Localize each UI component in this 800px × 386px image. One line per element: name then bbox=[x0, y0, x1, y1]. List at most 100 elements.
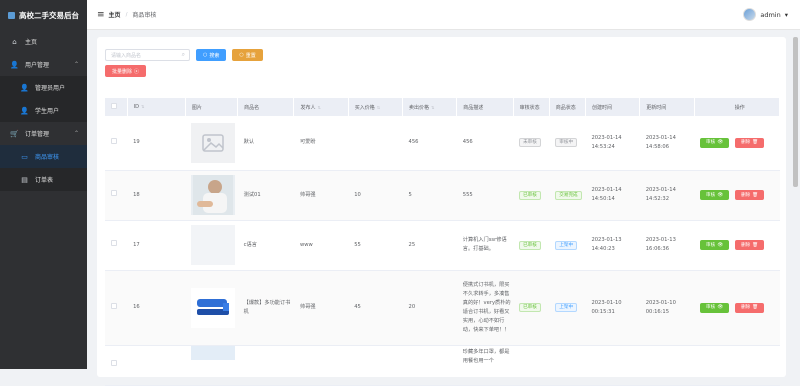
cell-updated: 2023-01-13 16:06:36 bbox=[639, 220, 695, 271]
batch-delete-button[interactable]: 批量删除 ⓧ bbox=[105, 65, 147, 77]
column-header: 卖出价格 ⇅ bbox=[402, 98, 458, 116]
close-circle-icon: ⓧ bbox=[134, 68, 140, 75]
cell-id: 17 bbox=[127, 220, 186, 271]
row-checkbox[interactable] bbox=[111, 137, 117, 144]
cell-sell-price: 20 bbox=[402, 270, 457, 346]
table-row: 18 测试01 帅哥强 10 5 555 已审核 交易完成 2023-01-14… bbox=[105, 170, 780, 221]
column-header: 买入价格 ⇅ bbox=[348, 98, 404, 116]
laptop-icon: ▭ bbox=[21, 152, 28, 161]
sidebar-item-label: 商品审核 bbox=[35, 154, 60, 161]
content-panel: 请输入商品名 ⌕ ○ 搜索 ○ 重置 批量删除 ⓧ ID ⇅ 图片 商品名 发布人 ⇅ 买… bbox=[97, 37, 786, 386]
row-checkbox[interactable] bbox=[111, 360, 117, 366]
avatar bbox=[743, 8, 757, 21]
sort-icon[interactable]: ⇅ bbox=[317, 105, 320, 110]
sidebar-item-home[interactable]: ⌂ 主页 bbox=[0, 30, 87, 53]
reset-button[interactable]: ○ 重置 bbox=[232, 49, 263, 61]
search-icon: ⌕ bbox=[181, 51, 185, 58]
top-header: ≡ 主页 / 商品审核 admin ▾ bbox=[87, 0, 800, 30]
audit-button[interactable]: 审核 👁 bbox=[700, 240, 730, 250]
cell-desc: 便携式订书机，限买不久求转手，多凑售真的好！very质朴的适合订书机，好看又实用… bbox=[456, 270, 514, 346]
status-badge: 未审核 bbox=[519, 138, 541, 148]
delete-button[interactable]: 删除 🗑 bbox=[735, 302, 765, 313]
logo-icon bbox=[8, 11, 15, 19]
status-badge: 上架中 bbox=[555, 303, 578, 312]
table-row: 珍藏多年口罩，都是用餐也用一个 bbox=[105, 345, 780, 386]
cell-buy-price: 55 bbox=[348, 220, 403, 271]
eye-icon: 👁 bbox=[717, 192, 724, 198]
breadcrumb-current: 商品审核 bbox=[132, 12, 157, 19]
audit-button[interactable]: 审核 👁 bbox=[700, 302, 730, 313]
username: admin bbox=[760, 10, 781, 19]
select-all-cell[interactable] bbox=[105, 98, 128, 116]
column-header[interactable]: ID ⇅ bbox=[127, 98, 186, 116]
sidebar-item-goods-review[interactable]: ▭ 商品审核 bbox=[0, 145, 87, 168]
row-checkbox[interactable] bbox=[111, 302, 117, 309]
cell-id: 16 bbox=[127, 270, 186, 346]
sort-icon[interactable]: ⇅ bbox=[141, 104, 144, 109]
cell-created: 2023-01-10 00:15:31 bbox=[585, 270, 640, 346]
sidebar-item-label: 学生用户 bbox=[35, 108, 60, 115]
cell-desc: 珍藏多年口罩，都是用餐也用一个 bbox=[456, 345, 514, 386]
cell-created: 2023-01-13 14:40:23 bbox=[585, 220, 640, 271]
status-badge: 已审核 bbox=[519, 240, 541, 250]
sidebar-item-label: 订单表 bbox=[35, 177, 54, 184]
sort-icon[interactable]: ⇅ bbox=[377, 105, 380, 110]
cell-publisher: www bbox=[293, 220, 349, 271]
cart-icon: 🛒 bbox=[10, 129, 19, 138]
search-button[interactable]: ○ 搜索 bbox=[196, 49, 227, 61]
table-row: 19 默认 可爱盼 456 456 未审核 审核中 2023-01-14 14:… bbox=[105, 116, 780, 171]
sidebar-item-admin-users[interactable]: 👤 管理员用户 bbox=[0, 76, 87, 99]
delete-button[interactable]: 删除 🗑 bbox=[735, 240, 765, 250]
app-title: 高校二手交易后台 bbox=[19, 10, 79, 20]
user-icon: 👤 bbox=[10, 60, 19, 69]
sidebar-item-label: 管理员用户 bbox=[35, 85, 66, 92]
cell-id: 19 bbox=[127, 116, 186, 171]
status-badge: 上架中 bbox=[555, 240, 578, 250]
cell-updated: 2023-01-14 14:58:06 bbox=[639, 116, 695, 171]
cell-sell-price: 25 bbox=[402, 220, 457, 271]
cell-id: 18 bbox=[127, 170, 186, 221]
sidebar-item-user-management[interactable]: 👤 用户管理 ⌃ bbox=[0, 53, 87, 76]
sidebar-item-label: 订单管理 bbox=[25, 131, 50, 138]
delete-button[interactable]: 删除 🗑 bbox=[735, 137, 765, 148]
cell-desc: 计算机入门ssr修语言。打基础。 bbox=[456, 220, 514, 271]
sidebar-item-order-management[interactable]: 🛒 订单管理 ⌃ bbox=[0, 122, 87, 145]
sidebar: 高校二手交易后台 ⌂ 主页 👤 用户管理 ⌃ 👤 管理员用户 👤 学生用户 🛒 … bbox=[0, 0, 87, 369]
cell-name: 【爆款】多功能订书机 bbox=[237, 270, 294, 346]
table-header: ID ⇅ 图片 商品名 发布人 ⇅ 买入价格 ⇅ 卖出价格 ⇅ 商品描述 审核状态 商品… bbox=[105, 98, 781, 116]
breadcrumb-home[interactable]: 主页 bbox=[109, 10, 121, 19]
breadcrumb-separator: / bbox=[125, 11, 128, 18]
cell-desc: 456 bbox=[456, 116, 514, 171]
sidebar-item-orders[interactable]: ▤ 订单表 bbox=[0, 168, 87, 191]
row-checkbox[interactable] bbox=[111, 240, 117, 246]
cell-buy-price: 45 bbox=[348, 270, 403, 346]
image-placeholder-icon bbox=[191, 122, 236, 163]
sidebar-item-student-users[interactable]: 👤 学生用户 bbox=[0, 99, 87, 122]
select-all-checkbox[interactable] bbox=[111, 103, 117, 109]
table-row: 17 c语言 www 55 25 计算机入门ssr修语言。打基础。 已审核 上架… bbox=[105, 220, 780, 271]
trash-icon: 🗑 bbox=[752, 242, 759, 248]
cell-created: 2023-01-14 14:53:24 bbox=[585, 116, 640, 171]
cell-name: c语言 bbox=[237, 220, 294, 271]
cell-created: 2023-01-14 14:50:14 bbox=[585, 170, 640, 221]
cell-updated: 2023-01-10 00:16:15 bbox=[639, 270, 695, 346]
user-menu[interactable]: admin ▾ bbox=[743, 8, 788, 21]
audit-button[interactable]: 审核 👁 bbox=[700, 137, 730, 148]
trash-icon: 🗑 bbox=[752, 140, 759, 146]
goods-table: ID ⇅ 图片 商品名 发布人 ⇅ 买入价格 ⇅ 卖出价格 ⇅ 商品描述 审核状态 商品… bbox=[105, 98, 781, 386]
status-badge: 已审核 bbox=[519, 303, 541, 312]
column-header: 商品名 bbox=[237, 98, 295, 116]
menu-toggle-icon[interactable]: ≡ bbox=[97, 10, 105, 20]
audit-button[interactable]: 审核 👁 bbox=[700, 190, 730, 200]
eye-icon: 👁 bbox=[717, 242, 724, 248]
cell-publisher: 帅哥强 bbox=[293, 270, 349, 346]
sort-icon[interactable]: ⇅ bbox=[431, 105, 434, 110]
status-badge: 已审核 bbox=[519, 190, 541, 200]
page-scrollbar[interactable] bbox=[793, 37, 798, 187]
search-input[interactable]: 请输入商品名 ⌕ bbox=[105, 49, 190, 61]
column-header: 审核状态 bbox=[513, 98, 550, 116]
table-row: 16 【爆款】多功能订书机 帅哥强 45 20 便携式订书机，限买不久求转手，多… bbox=[105, 270, 780, 346]
row-checkbox[interactable] bbox=[111, 190, 117, 196]
delete-button[interactable]: 删除 🗑 bbox=[735, 190, 765, 200]
cell-buy-price bbox=[348, 116, 403, 171]
